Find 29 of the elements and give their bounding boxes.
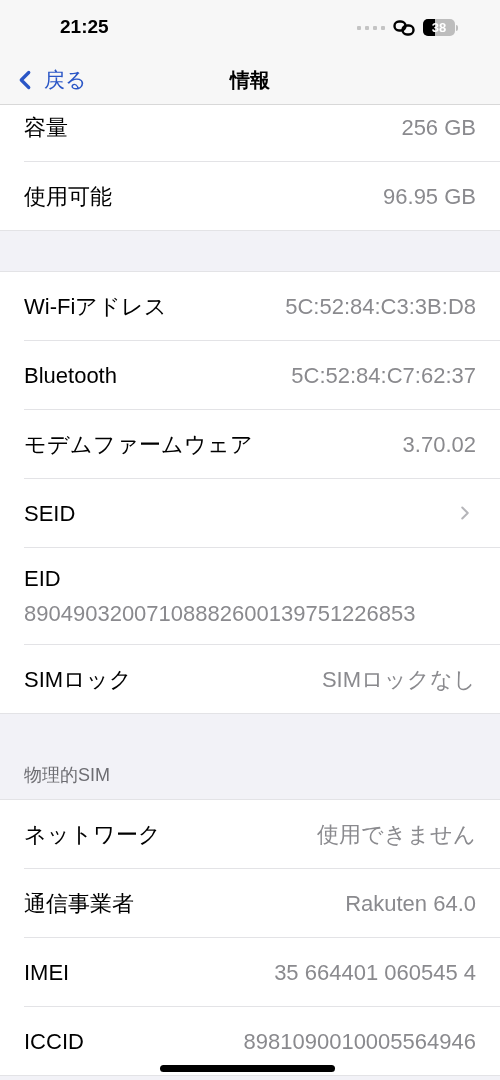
row-value: 5C:52:84:C7:62:37	[291, 361, 476, 390]
row-label: 使用可能	[24, 182, 112, 211]
row-value: Rakuten 64.0	[345, 889, 476, 918]
row-value: 89049032007108882600139751226853	[24, 600, 417, 628]
row-label: Wi-Fiアドレス	[24, 292, 168, 321]
row-label: EID	[24, 565, 62, 593]
page-title: 情報	[230, 67, 270, 93]
link-icon	[393, 19, 415, 36]
row-label: 容量	[24, 113, 68, 142]
row-label: ICCID	[24, 1027, 84, 1056]
row-value: 3.70.02	[402, 430, 476, 459]
back-button[interactable]: 戻る	[10, 63, 87, 96]
row-value: SIMロックなし	[321, 665, 476, 694]
row-value: 5C:52:84:C3:3B:D8	[285, 292, 476, 321]
row-value: 使用できません	[317, 820, 476, 849]
row-label: Bluetooth	[24, 361, 117, 390]
row-value: 256 GB	[401, 113, 476, 142]
status-time: 21:25	[60, 15, 109, 40]
section-header: 物理的SIM	[24, 764, 110, 787]
row-label: ネットワーク	[24, 820, 161, 849]
row-value: 96.95 GB	[383, 182, 476, 211]
row-label: 通信事業者	[24, 889, 134, 918]
row-value: 35 664401 060545 4	[274, 958, 476, 987]
row-label: モデムファームウェア	[24, 430, 253, 459]
row-label: SIMロック	[24, 665, 133, 694]
row-value: 8981090010005564946	[243, 1027, 476, 1056]
signal-icon	[357, 25, 385, 30]
row-label: IMEI	[24, 958, 70, 987]
list-item[interactable]: SEID	[0, 479, 500, 547]
